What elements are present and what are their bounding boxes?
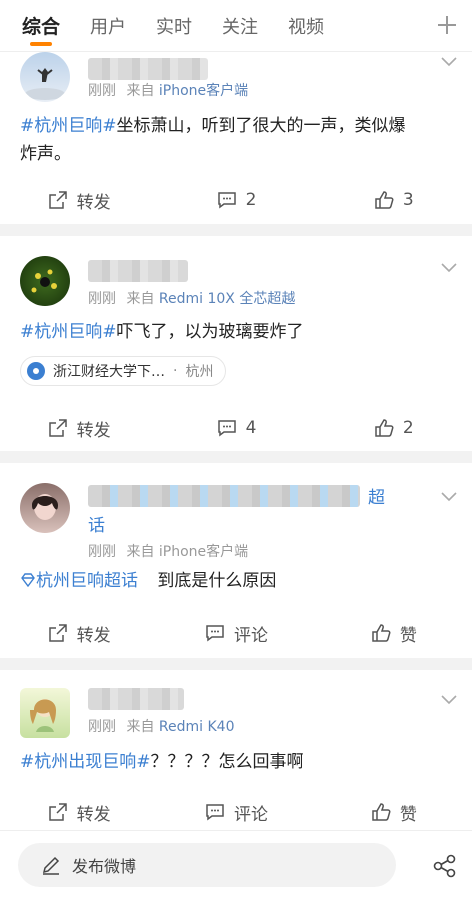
avatar[interactable] — [20, 688, 70, 738]
username-line2[interactable]: 话 — [88, 511, 105, 536]
post-text: 杭州巨响超话 到底是什么原因 — [20, 567, 454, 595]
post-meta: 刚刚 来自 Redmi K40 — [88, 716, 234, 736]
comment-button[interactable]: 2 — [157, 180, 314, 220]
username-blurred[interactable] — [88, 260, 188, 282]
avatar-image — [25, 68, 65, 100]
share-icon — [48, 624, 67, 642]
like-button[interactable]: 赞 — [315, 613, 472, 653]
avatar[interactable] — [20, 52, 70, 102]
comment-button[interactable]: 评论 — [157, 792, 314, 832]
action-bar: 转发 2 3 — [0, 180, 472, 220]
post-text-line2: 炸声。 — [20, 144, 71, 164]
username-blurred[interactable] — [88, 58, 208, 80]
post-text-body: 吓飞了，以为玻璃要炸了 — [116, 322, 304, 342]
post-meta: 刚刚 来自 iPhone客户端 — [88, 541, 248, 561]
post-card-2: 刚刚 来自 Redmi 10X 全芯超越 #杭州巨响#吓飞了，以为玻璃要炸了 浙… — [0, 236, 472, 451]
share-icon — [48, 419, 67, 437]
repost-button[interactable]: 转发 — [0, 613, 157, 653]
post-time: 刚刚 — [88, 83, 116, 99]
repost-button[interactable]: 转发 — [0, 792, 157, 832]
avatar-image — [30, 699, 56, 732]
hashtag-link[interactable]: #杭州巨响# — [20, 322, 117, 342]
share-icon — [48, 191, 67, 209]
compose-label: 发布微博 — [72, 857, 137, 876]
username-blurred[interactable] — [88, 485, 360, 507]
username-tail[interactable]: 超 — [368, 483, 385, 508]
like-button[interactable]: 3 — [315, 180, 472, 220]
post-card-4: 刚刚 来自 Redmi K40 #杭州出现巨响#？？？？怎么回事啊 转发 评论 … — [0, 670, 472, 830]
post-from: 来自 — [126, 291, 155, 307]
post-text-body: 到底是什么原因 — [157, 571, 277, 591]
avatar[interactable] — [20, 483, 70, 533]
comment-icon — [217, 420, 236, 437]
diamond-icon — [21, 573, 35, 588]
location-name: 浙江财经大学下… — [53, 364, 165, 380]
chevron-down-icon[interactable] — [440, 56, 458, 68]
tab-following[interactable]: 关注 — [222, 0, 258, 52]
action-bar: 转发 评论 赞 — [0, 613, 472, 653]
post-from: 来自 — [126, 83, 155, 99]
location-pin-icon — [27, 362, 45, 380]
username-blurred[interactable] — [88, 688, 184, 710]
post-from: 来自 — [126, 544, 155, 560]
post-card-1: 刚刚 来自 iPhone客户端 #杭州巨响#坐标萧山，听到了很大的一声，类似爆 … — [0, 52, 472, 224]
post-source[interactable]: iPhone客户端 — [159, 83, 248, 99]
comment-icon — [217, 192, 236, 209]
super-topic-link[interactable]: 杭州巨响超话 — [36, 571, 138, 591]
post-text-line1: 坐标萧山，听到了很大的一声，类似爆 — [116, 116, 406, 136]
avatar-image — [31, 269, 57, 293]
edit-icon — [42, 856, 60, 875]
repost-button[interactable]: 转发 — [0, 408, 157, 448]
tab-bar: 综合 用户 实时 关注 视频 — [0, 0, 472, 52]
comment-icon — [206, 804, 224, 821]
plus-icon[interactable] — [434, 12, 460, 38]
post-from: 来自 — [126, 719, 155, 735]
comment-icon — [206, 625, 224, 642]
post-meta: 刚刚 来自 Redmi 10X 全芯超越 — [88, 288, 295, 308]
post-time: 刚刚 — [88, 544, 116, 560]
location-separator: · — [173, 363, 178, 379]
tab-video[interactable]: 视频 — [288, 0, 324, 52]
like-button[interactable]: 2 — [315, 408, 472, 448]
thumbs-up-icon — [372, 803, 391, 821]
repost-button[interactable]: 转发 — [0, 180, 157, 220]
bottom-bar: 发布微博 — [0, 830, 472, 900]
avatar[interactable] — [20, 256, 70, 306]
chevron-down-icon[interactable] — [440, 262, 458, 274]
tab-comprehensive[interactable]: 综合 — [22, 0, 60, 52]
comment-button[interactable]: 评论 — [157, 613, 314, 653]
tab-realtime[interactable]: 实时 — [156, 0, 192, 52]
comment-button[interactable]: 4 — [157, 408, 314, 448]
post-source[interactable]: Redmi K40 — [159, 719, 235, 735]
post-text: #杭州巨响#坐标萧山，听到了很大的一声，类似爆 炸声。 — [20, 112, 454, 168]
post-source[interactable]: iPhone客户端 — [159, 544, 248, 560]
share-network-icon[interactable] — [432, 853, 458, 879]
avatar-image — [32, 494, 58, 520]
compose-button[interactable]: 发布微博 — [18, 843, 396, 887]
share-icon — [48, 803, 67, 821]
thumbs-up-icon — [375, 419, 394, 437]
like-button[interactable]: 赞 — [315, 792, 472, 832]
thumbs-up-icon — [372, 624, 391, 642]
post-text: #杭州巨响#吓飞了，以为玻璃要炸了 — [20, 318, 454, 346]
chevron-down-icon[interactable] — [440, 491, 458, 503]
location-chip[interactable]: 浙江财经大学下… · 杭州 — [20, 356, 227, 386]
tab-users[interactable]: 用户 — [90, 0, 126, 52]
post-text: #杭州出现巨响#？？？？怎么回事啊 — [20, 748, 454, 776]
thumbs-up-icon — [375, 191, 394, 209]
post-source[interactable]: Redmi 10X 全芯超越 — [159, 291, 295, 307]
post-time: 刚刚 — [88, 719, 116, 735]
hashtag-link[interactable]: #杭州出现巨响# — [20, 752, 151, 772]
hashtag-link[interactable]: #杭州巨响# — [20, 116, 117, 136]
post-text-body: ？？？？怎么回事啊 — [150, 752, 304, 772]
post-card-3: 超 话 刚刚 来自 iPhone客户端 杭州巨响超话 到底是什么原因 转发 评论… — [0, 463, 472, 658]
action-bar: 转发 评论 赞 — [0, 792, 472, 832]
post-meta: 刚刚 来自 iPhone客户端 — [88, 80, 248, 100]
post-time: 刚刚 — [88, 291, 116, 307]
location-city: 杭州 — [185, 364, 214, 380]
action-bar: 转发 4 2 — [0, 408, 472, 448]
chevron-down-icon[interactable] — [440, 694, 458, 706]
